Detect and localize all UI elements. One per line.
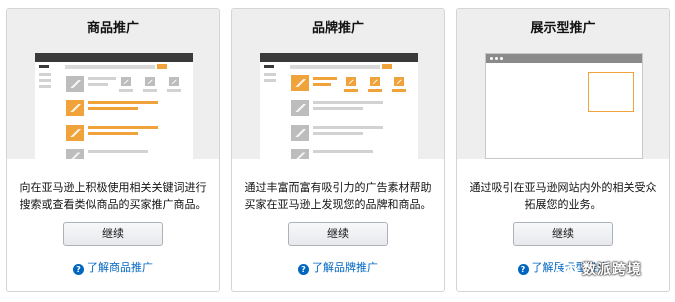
continue-button[interactable]: 继续 — [513, 222, 613, 246]
learn-sponsored-brands-link[interactable]: ? 了解品牌推广 — [232, 259, 444, 275]
card-title: 品牌推广 — [311, 21, 364, 36]
help-icon: ? — [298, 264, 309, 275]
learn-more-label: 了解品牌推广 — [312, 261, 378, 274]
card-header: 商品推广 — [7, 9, 219, 159]
help-icon: ? — [73, 264, 84, 275]
card-header: 品牌推广 — [232, 9, 444, 159]
ad-type-cards: 商品推广 向在亚马逊上积极使用相关关键词进行 搜索或查看类似商品的买家推广商品。… — [6, 8, 670, 295]
description-line: 向在亚马逊上积极使用相关关键词进行 — [19, 181, 207, 194]
learn-more-label: 了解商品推广 — [87, 261, 153, 274]
wechat-icon — [556, 261, 578, 277]
help-icon: ? — [517, 264, 529, 275]
sponsored-display-illustration — [485, 53, 643, 159]
learn-sponsored-products-link[interactable]: ? 了解商品推广 — [7, 259, 219, 275]
sponsored-brands-illustration — [260, 53, 418, 159]
description-line: 通过丰富而富有吸引力的广告素材帮助 — [244, 181, 432, 194]
card-title: 展示型推广 — [530, 21, 596, 36]
watermark-text: 数派跨境 — [582, 262, 642, 278]
card-sponsored-display: 展示型推广 通过吸引在亚马逊网站内外的相关受众 拓展您的业务。 继续 ? 了解展… — [456, 8, 670, 292]
continue-button[interactable]: 继续 — [63, 222, 163, 246]
card-title: 商品推广 — [86, 21, 139, 36]
card-description: 通过吸引在亚马逊网站内外的相关受众 拓展您的业务。 — [457, 179, 669, 213]
card-sponsored-brands: 品牌推广 通过丰富而富有吸引力的广告素材帮助 买家在亚马逊上发现您的品牌和商品。… — [231, 8, 445, 292]
description-line: 搜索或查看类似商品的买家推广商品。 — [19, 198, 207, 211]
description-line: 通过吸引在亚马逊网站内外的相关受众 — [469, 181, 657, 194]
watermark: 数派跨境 — [556, 259, 642, 283]
description-line: 买家在亚马逊上发现您的品牌和商品。 — [244, 198, 432, 211]
card-header: 展示型推广 — [457, 9, 669, 159]
card-description: 向在亚马逊上积极使用相关关键词进行 搜索或查看类似商品的买家推广商品。 — [7, 179, 219, 213]
card-sponsored-products: 商品推广 向在亚马逊上积极使用相关关键词进行 搜索或查看类似商品的买家推广商品。… — [6, 8, 220, 292]
card-description: 通过丰富而富有吸引力的广告素材帮助 买家在亚马逊上发现您的品牌和商品。 — [232, 179, 444, 213]
continue-button[interactable]: 继续 — [288, 222, 388, 246]
sponsored-products-illustration — [35, 53, 193, 159]
description-line: 拓展您的业务。 — [524, 198, 602, 211]
